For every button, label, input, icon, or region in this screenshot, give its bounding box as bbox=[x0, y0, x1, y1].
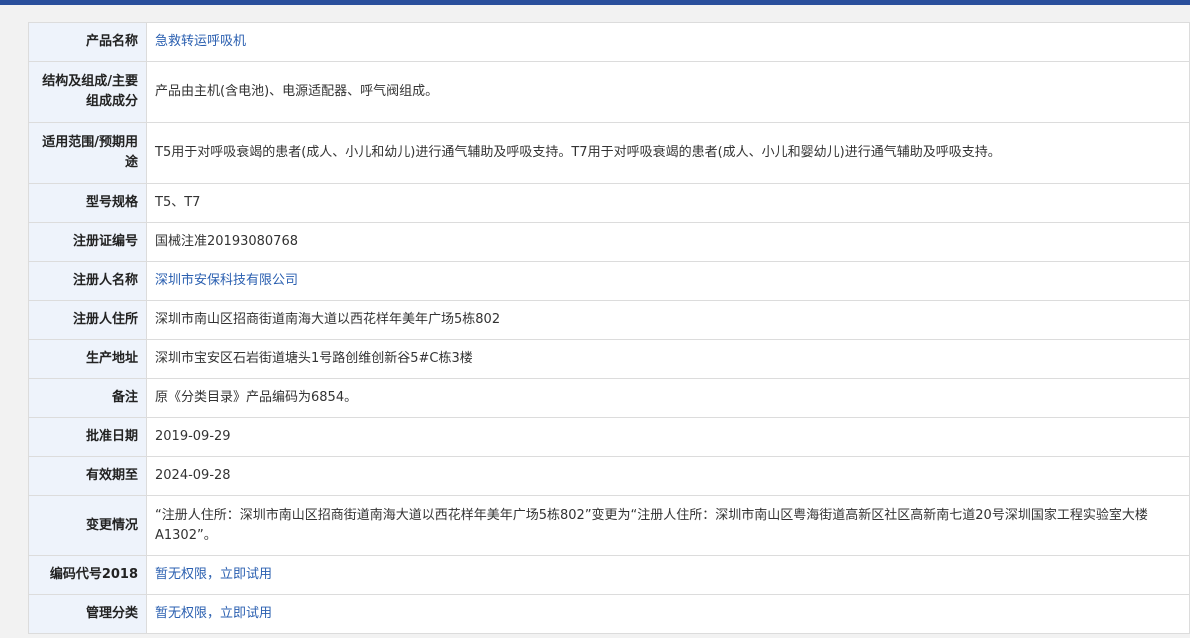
approval-date-label: 批准日期 bbox=[28, 417, 147, 457]
table-row: 有效期至 2024-09-28 bbox=[28, 456, 1190, 496]
table-row: 注册人住所 深圳市南山区招商街道南海大道以西花样年美年广场5栋802 bbox=[28, 300, 1190, 340]
table-row: 生产地址 深圳市宝安区石岩街道塘头1号路创维创新谷5#C栋3楼 bbox=[28, 339, 1190, 379]
production-address-label: 生产地址 bbox=[28, 339, 147, 379]
registrant-address-label: 注册人住所 bbox=[28, 300, 147, 340]
model-spec-value: T5、T7 bbox=[146, 183, 1190, 223]
table-row: 产品名称 急救转运呼吸机 bbox=[28, 22, 1190, 62]
intended-use-label: 适用范围/预期用途 bbox=[28, 122, 147, 184]
page-background: 产品名称 急救转运呼吸机 结构及组成/主要组成成分 产品由主机(含电池)、电源适… bbox=[0, 5, 1190, 638]
production-address-value: 深圳市宝安区石岩街道塘头1号路创维创新谷5#C栋3楼 bbox=[146, 339, 1190, 379]
registration-no-value: 国械注准20193080768 bbox=[146, 222, 1190, 262]
product-name-link[interactable]: 急救转运呼吸机 bbox=[146, 22, 1190, 62]
code-2018-trial-link[interactable]: 暂无权限，立即试用 bbox=[146, 555, 1190, 595]
remarks-value: 原《分类目录》产品编码为6854。 bbox=[146, 378, 1190, 418]
change-history-value: “注册人住所：深圳市南山区招商街道南海大道以西花样年美年广场5栋802”变更为“… bbox=[146, 495, 1190, 556]
structure-value: 产品由主机(含电池)、电源适配器、呼气阀组成。 bbox=[146, 61, 1190, 123]
code-2018-label: 编码代号2018 bbox=[28, 555, 147, 595]
intended-use-value: T5用于对呼吸衰竭的患者(成人、小儿和幼儿)进行通气辅助及呼吸支持。T7用于对呼… bbox=[146, 122, 1190, 184]
valid-until-value: 2024-09-28 bbox=[146, 456, 1190, 496]
valid-until-label: 有效期至 bbox=[28, 456, 147, 496]
table-row: 注册证编号 国械注准20193080768 bbox=[28, 222, 1190, 262]
product-name-label: 产品名称 bbox=[28, 22, 147, 62]
remarks-label: 备注 bbox=[28, 378, 147, 418]
table-row: 编码代号2018 暂无权限，立即试用 bbox=[28, 555, 1190, 595]
registrant-name-label: 注册人名称 bbox=[28, 261, 147, 301]
model-spec-label: 型号规格 bbox=[28, 183, 147, 223]
management-class-trial-link[interactable]: 暂无权限，立即试用 bbox=[146, 594, 1190, 634]
table-row: 管理分类 暂无权限，立即试用 bbox=[28, 594, 1190, 634]
table-row: 型号规格 T5、T7 bbox=[28, 183, 1190, 223]
registration-no-label: 注册证编号 bbox=[28, 222, 147, 262]
table-row: 适用范围/预期用途 T5用于对呼吸衰竭的患者(成人、小儿和幼儿)进行通气辅助及呼… bbox=[28, 122, 1190, 184]
product-info-table: 产品名称 急救转运呼吸机 结构及组成/主要组成成分 产品由主机(含电池)、电源适… bbox=[28, 22, 1190, 634]
approval-date-value: 2019-09-29 bbox=[146, 417, 1190, 457]
table-row: 备注 原《分类目录》产品编码为6854。 bbox=[28, 378, 1190, 418]
change-history-label: 变更情况 bbox=[28, 495, 147, 556]
registrant-name-link[interactable]: 深圳市安保科技有限公司 bbox=[146, 261, 1190, 301]
table-row: 结构及组成/主要组成成分 产品由主机(含电池)、电源适配器、呼气阀组成。 bbox=[28, 61, 1190, 123]
registrant-address-value: 深圳市南山区招商街道南海大道以西花样年美年广场5栋802 bbox=[146, 300, 1190, 340]
table-row: 注册人名称 深圳市安保科技有限公司 bbox=[28, 261, 1190, 301]
structure-label: 结构及组成/主要组成成分 bbox=[28, 61, 147, 123]
table-row: 变更情况 “注册人住所：深圳市南山区招商街道南海大道以西花样年美年广场5栋802… bbox=[28, 495, 1190, 556]
table-row: 批准日期 2019-09-29 bbox=[28, 417, 1190, 457]
management-class-label: 管理分类 bbox=[28, 594, 147, 634]
